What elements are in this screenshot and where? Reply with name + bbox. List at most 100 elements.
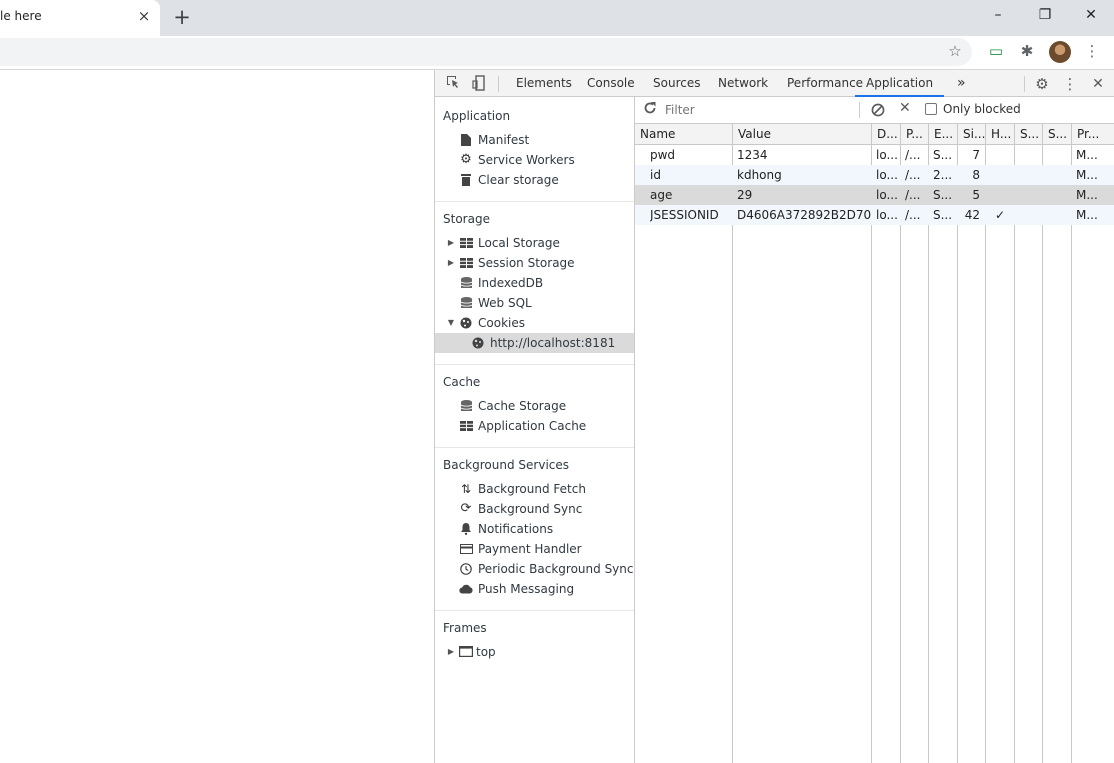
browser-toolbar: ☆ ▭ ✱ ⋮ xyxy=(0,36,1114,70)
cell-expires: 2... xyxy=(933,168,953,182)
tab-console[interactable]: Console xyxy=(587,70,635,97)
column-header-path[interactable]: P... xyxy=(906,124,928,144)
cell-secure xyxy=(1019,205,1042,225)
address-bar[interactable] xyxy=(0,38,972,66)
tab-close-icon[interactable]: × xyxy=(136,7,152,25)
sidebar-item-background-sync[interactable]: ⟳ Background Sync xyxy=(435,499,634,519)
cell-samesite xyxy=(1047,165,1071,185)
sidebar-item-cache-storage[interactable]: Cache Storage xyxy=(435,396,634,416)
cell-httponly xyxy=(995,185,1015,205)
cell-size: 7 xyxy=(972,148,980,162)
tab-title: le here xyxy=(0,9,42,23)
column-header-name[interactable]: Name xyxy=(640,124,732,144)
sidebar-item-local-storage[interactable]: ▶ Local Storage xyxy=(435,233,634,253)
credit-card-icon xyxy=(459,539,473,559)
cell-value: 1234 xyxy=(737,148,768,162)
cell-expires: S... xyxy=(933,208,953,222)
tab-sources[interactable]: Sources xyxy=(653,70,700,97)
sidebar-item-clear-storage[interactable]: Clear storage xyxy=(435,170,634,190)
section-frames: Frames xyxy=(443,621,487,635)
up-down-arrows-icon: ⇅ xyxy=(460,482,472,496)
close-window-button[interactable]: ✕ xyxy=(1076,4,1106,26)
sidebar-item-application-cache[interactable]: Application Cache xyxy=(435,416,634,436)
cell-expires: S... xyxy=(933,148,953,162)
cookies-table: Name Value D... P... E... Si... H... S... S... Pr… xyxy=(635,124,1114,763)
column-header-priority[interactable]: Pr... xyxy=(1077,124,1114,144)
refresh-icon[interactable] xyxy=(643,101,659,119)
tab-elements[interactable]: Elements xyxy=(516,70,572,97)
cookie-icon xyxy=(471,333,485,353)
cell-name: age xyxy=(650,188,673,202)
column-header-expires[interactable]: E... xyxy=(934,124,957,144)
sidebar-item-manifest[interactable]: Manifest xyxy=(435,130,634,150)
sidebar-item-web-sql[interactable]: Web SQL xyxy=(435,293,634,313)
cell-value: D4606A372892B2D70... xyxy=(737,208,871,222)
column-header-size[interactable]: Si... xyxy=(963,124,985,144)
only-blocked-label: Only blocked xyxy=(943,102,1021,116)
table-row[interactable]: JSESSIONID D4606A372892B2D70... lo... /... S… xyxy=(635,205,1114,225)
manifest-file-icon xyxy=(459,130,473,150)
cell-name: pwd xyxy=(650,148,676,162)
column-header-secure[interactable]: S... xyxy=(1020,124,1042,144)
profile-avatar[interactable] xyxy=(1049,41,1071,63)
customize-menu-icon[interactable]: ⋮ xyxy=(1061,75,1079,93)
section-background-services: Background Services xyxy=(443,458,570,472)
section-storage: Storage xyxy=(443,212,490,226)
cell-secure xyxy=(1019,185,1042,205)
cell-size: 5 xyxy=(972,188,980,202)
device-toolbar-icon[interactable] xyxy=(470,75,488,93)
filter-input[interactable] xyxy=(665,101,852,119)
new-tab-button[interactable]: + xyxy=(171,5,193,29)
table-row[interactable]: id kdhong lo... /... 2... 8 M... xyxy=(635,165,1114,185)
cell-priority: M... xyxy=(1076,148,1098,162)
expand-arrow-icon[interactable]: ▶ xyxy=(447,233,455,253)
bookmark-star-icon[interactable]: ☆ xyxy=(944,40,966,62)
table-row[interactable]: age 29 lo... /... S... 5 M... xyxy=(635,185,1114,205)
inspect-element-icon[interactable] xyxy=(444,75,462,93)
chrome-menu-icon[interactable]: ⋮ xyxy=(1081,40,1103,62)
sidebar-item-cookies[interactable]: ▼ Cookies xyxy=(435,313,634,333)
cloud-icon xyxy=(459,579,473,599)
sidebar-item-frame-top[interactable]: ▶ top xyxy=(435,642,634,662)
database-icon xyxy=(459,396,473,416)
column-header-httponly[interactable]: H... xyxy=(991,124,1014,144)
cell-httponly xyxy=(995,165,1015,185)
tab-performance[interactable]: Performance xyxy=(787,70,863,97)
expand-arrow-icon[interactable]: ▶ xyxy=(447,253,455,273)
sidebar-item-notifications[interactable]: Notifications xyxy=(435,519,634,539)
sidebar-item-payment-handler[interactable]: Payment Handler xyxy=(435,539,634,559)
expand-arrow-icon[interactable]: ▶ xyxy=(447,642,455,662)
tab-network[interactable]: Network xyxy=(718,70,768,97)
sidebar-item-indexeddb[interactable]: IndexedDB xyxy=(435,273,634,293)
sidebar-item-service-workers[interactable]: ⚙ Service Workers xyxy=(435,150,634,170)
delete-selected-icon[interactable]: ✕ xyxy=(899,100,911,116)
column-header-domain[interactable]: D... xyxy=(877,124,900,144)
sidebar-item-background-fetch[interactable]: ⇅ Background Fetch xyxy=(435,479,634,499)
tab-application[interactable]: Application xyxy=(855,70,945,97)
settings-gear-icon[interactable]: ⚙ xyxy=(1033,75,1051,93)
restore-button[interactable]: ❐ xyxy=(1030,4,1060,26)
cell-domain: lo... xyxy=(876,188,898,202)
clock-icon xyxy=(459,559,473,579)
cell-priority: M... xyxy=(1076,188,1098,202)
more-tabs-button[interactable]: » xyxy=(957,70,966,97)
cell-samesite xyxy=(1047,185,1071,205)
column-header-samesite[interactable]: S... xyxy=(1048,124,1071,144)
table-row[interactable]: pwd 1234 lo... /... S... 7 M... xyxy=(635,145,1114,165)
close-devtools-icon[interactable]: ✕ xyxy=(1089,75,1107,93)
sidebar-item-push-messaging[interactable]: Push Messaging xyxy=(435,579,634,599)
sidebar-item-periodic-background-sync[interactable]: Periodic Background Sync xyxy=(435,559,634,579)
database-icon xyxy=(459,273,473,293)
collapse-arrow-icon[interactable]: ▼ xyxy=(447,313,455,333)
sidebar-item-cookie-origin[interactable]: http://localhost:8181 xyxy=(435,333,634,353)
only-blocked-checkbox[interactable] xyxy=(925,103,937,115)
extension-icon[interactable]: ▭ xyxy=(985,40,1007,62)
sidebar-item-session-storage[interactable]: ▶ Session Storage xyxy=(435,253,634,273)
cell-secure xyxy=(1019,165,1042,185)
table-grid-icon xyxy=(459,253,473,273)
clear-all-icon[interactable] xyxy=(871,103,885,117)
minimize-button[interactable]: – xyxy=(983,4,1013,26)
extensions-puzzle-icon[interactable]: ✱ xyxy=(1016,40,1038,62)
column-header-value[interactable]: Value xyxy=(738,124,871,144)
browser-tab[interactable]: le here × xyxy=(0,0,160,36)
